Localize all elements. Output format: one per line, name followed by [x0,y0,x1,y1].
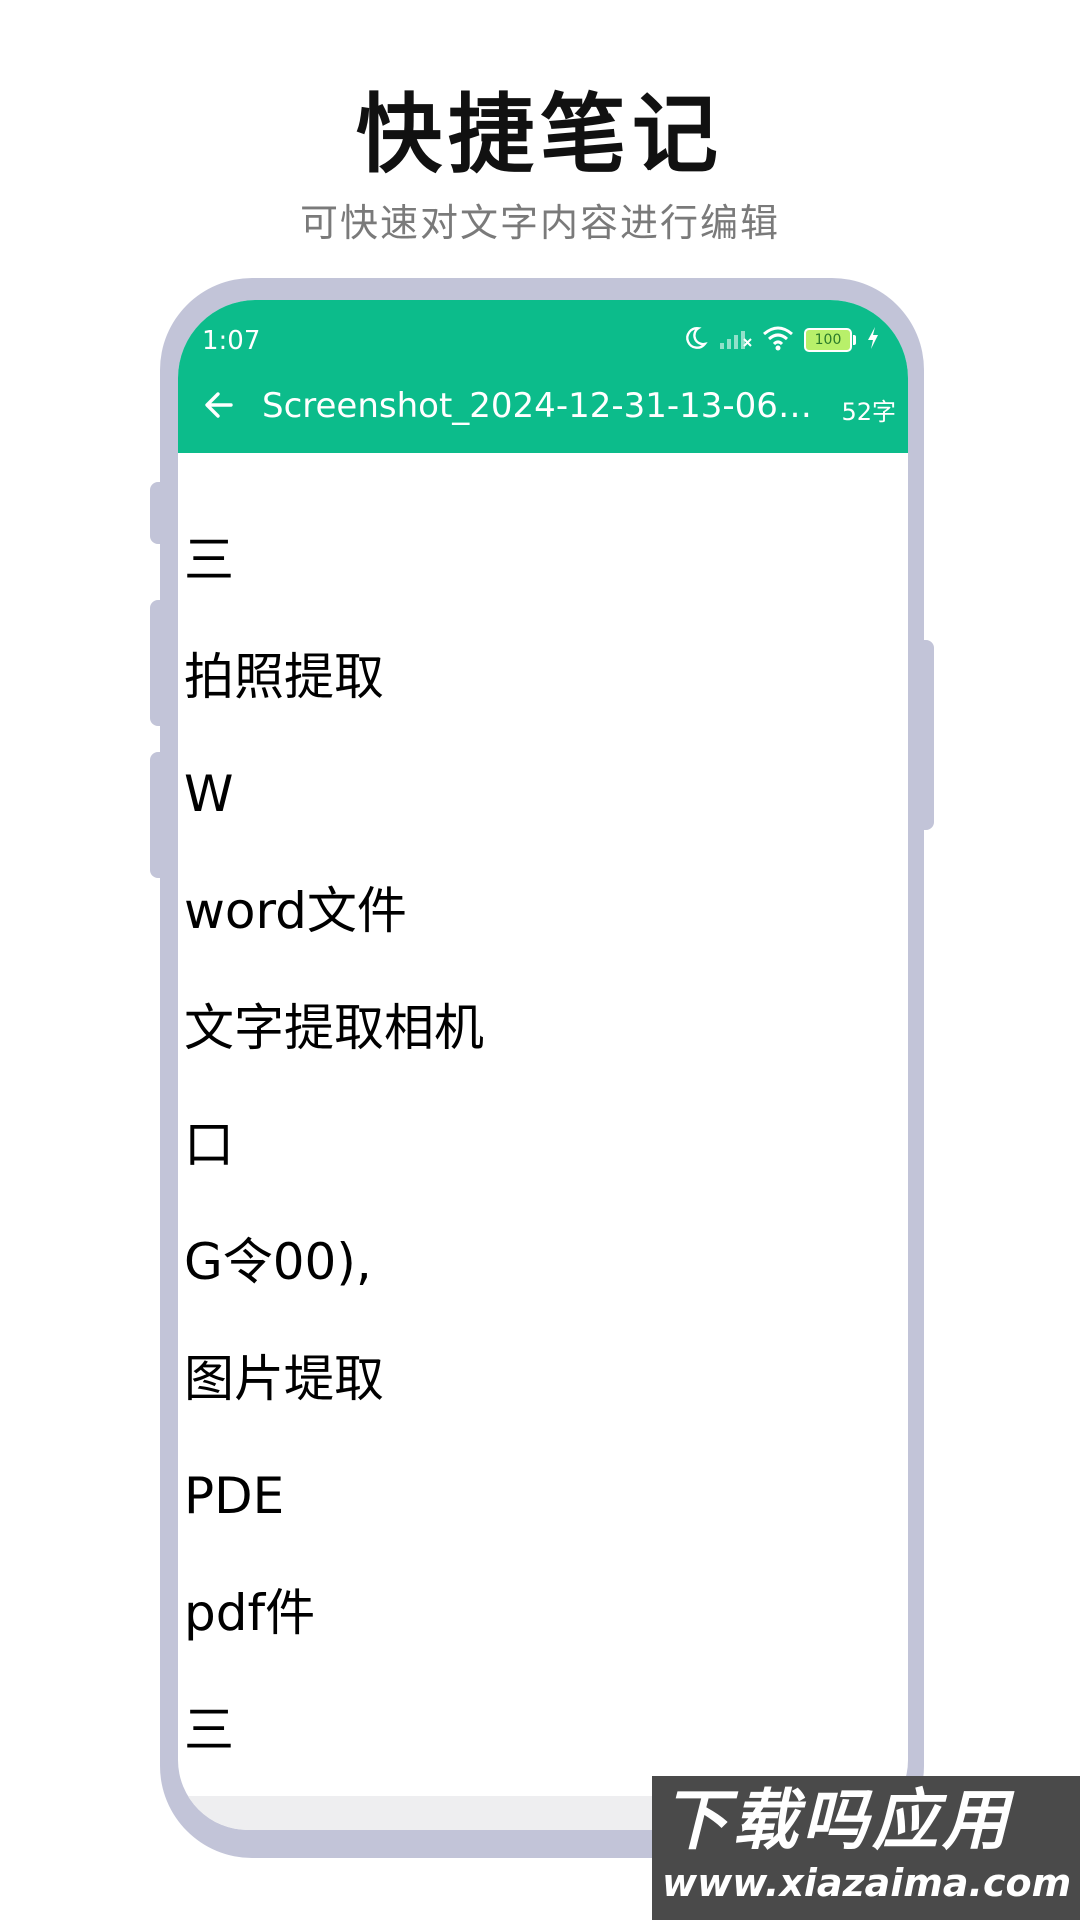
watermark-url: www.xiazaima.com [662,1861,1072,1905]
note-line[interactable]: pdf件 [184,1583,884,1700]
page-title: 快捷笔记 [356,85,724,185]
arrow-left-icon [201,387,237,427]
phone-side-button [150,752,168,878]
app-header: 1:07 100 Screenshot_2024-12-31-13-06-4..… [178,300,908,453]
back-button[interactable] [194,382,244,432]
word-count: 52字 [841,398,896,426]
page-subtitle: 可快速对文字内容进行编辑 [299,201,780,245]
note-line[interactable]: 拍照提取 [184,647,884,764]
note-line[interactable]: word文件 [184,881,884,998]
watermark-logo: 下载吗应用 www.xiazaima.com [652,1776,1080,1920]
note-title: Screenshot_2024-12-31-13-06-4... [262,386,822,426]
charging-icon [866,326,880,354]
moon-icon [682,325,708,355]
phone-side-button [150,600,168,726]
note-line[interactable]: 三 [184,530,884,647]
note-line[interactable]: W [184,764,884,881]
note-editor[interactable]: 三 拍照提取 W word文件 文字提取相机 口 G令00), 图片堤取 PDE… [184,530,884,1817]
note-line[interactable]: 文字提取相机 [184,998,884,1115]
signal-icon [718,325,752,355]
phone-side-button [150,482,168,544]
watermark-text: 下载吗应用 [662,1782,1012,1859]
battery-level: 100 [804,328,852,352]
phone-side-button [916,640,934,830]
note-line[interactable]: PDE [184,1466,884,1583]
status-time: 1:07 [202,326,261,356]
note-line[interactable]: G令00), [184,1232,884,1349]
battery-icon: 100 [804,328,856,352]
phone-screen: 1:07 100 Screenshot_2024-12-31-13-06-4..… [178,300,908,1830]
note-line[interactable]: 图片堤取 [184,1349,884,1466]
wifi-icon [762,325,794,355]
note-line[interactable]: 口 [184,1115,884,1232]
page: 快捷笔记 可快速对文字内容进行编辑 1:07 100 Screenshot_20… [0,0,1080,1920]
status-icons: 100 [682,324,880,356]
